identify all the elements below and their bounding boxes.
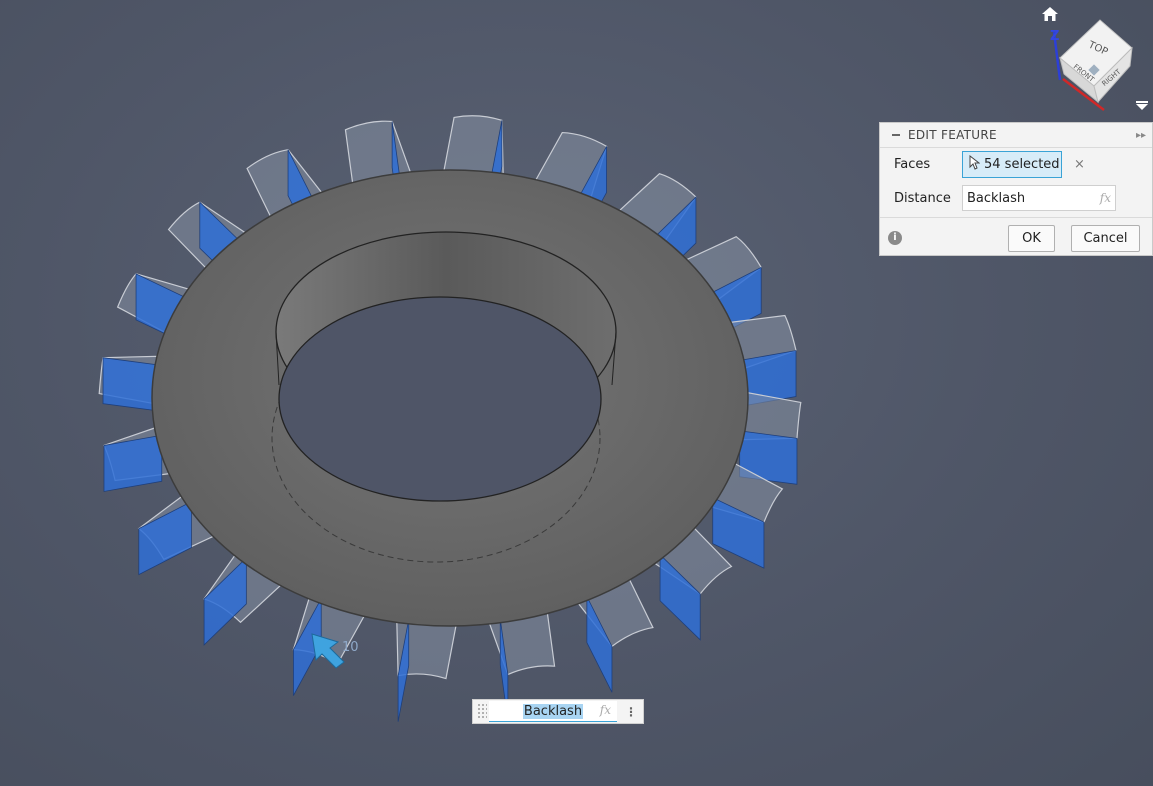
gear-body (151, 169, 749, 627)
floating-distance-input[interactable]: Backlash fx ⋮ (472, 699, 644, 724)
panel-footer: i OK Cancel (880, 217, 1152, 256)
faces-row: Faces 54 selected × (894, 151, 1085, 178)
distance-value: Backlash (967, 190, 1026, 206)
3d-viewport[interactable]: 10 Z TOP FRONT RIGHT (0, 0, 1153, 786)
info-icon[interactable]: i (888, 231, 902, 245)
floating-input-field[interactable]: Backlash fx (489, 701, 617, 722)
distance-label: Distance (894, 190, 951, 206)
selected-tooth-face[interactable] (103, 434, 163, 492)
more-options-icon[interactable]: ⋮ (625, 706, 637, 718)
gear-bore (278, 296, 602, 502)
clear-selection-icon[interactable]: × (1074, 157, 1085, 172)
faces-label: Faces (894, 157, 931, 172)
drag-grip-icon[interactable] (477, 703, 487, 720)
axis-z-label: Z (1050, 29, 1059, 44)
edit-feature-panel: EDIT FEATURE ▸▸ Faces 54 selected × Dist… (879, 122, 1153, 256)
panel-title: EDIT FEATURE (908, 128, 997, 142)
ok-button[interactable]: OK (1008, 225, 1055, 252)
distance-input[interactable]: Backlash fx (962, 185, 1116, 211)
gear-model[interactable]: 10 (0, 0, 1153, 786)
pointer-cursor-icon (969, 154, 981, 174)
fx-icon[interactable]: fx (1100, 191, 1111, 205)
manipulator-label: 10 (342, 640, 359, 655)
viewcube-menu-icon[interactable] (1135, 101, 1149, 111)
collapse-icon[interactable] (892, 134, 900, 136)
cancel-button[interactable]: Cancel (1071, 225, 1140, 252)
faces-count: 54 selected (984, 157, 1060, 172)
fx-icon[interactable]: fx (600, 703, 611, 717)
double-chevron-right-icon[interactable]: ▸▸ (1136, 130, 1146, 141)
distance-row: Distance Backlash fx (894, 185, 1116, 211)
panel-header: EDIT FEATURE ▸▸ (880, 123, 1152, 148)
faces-selection-button[interactable]: 54 selected (962, 151, 1062, 178)
floating-input-value: Backlash (522, 703, 584, 719)
